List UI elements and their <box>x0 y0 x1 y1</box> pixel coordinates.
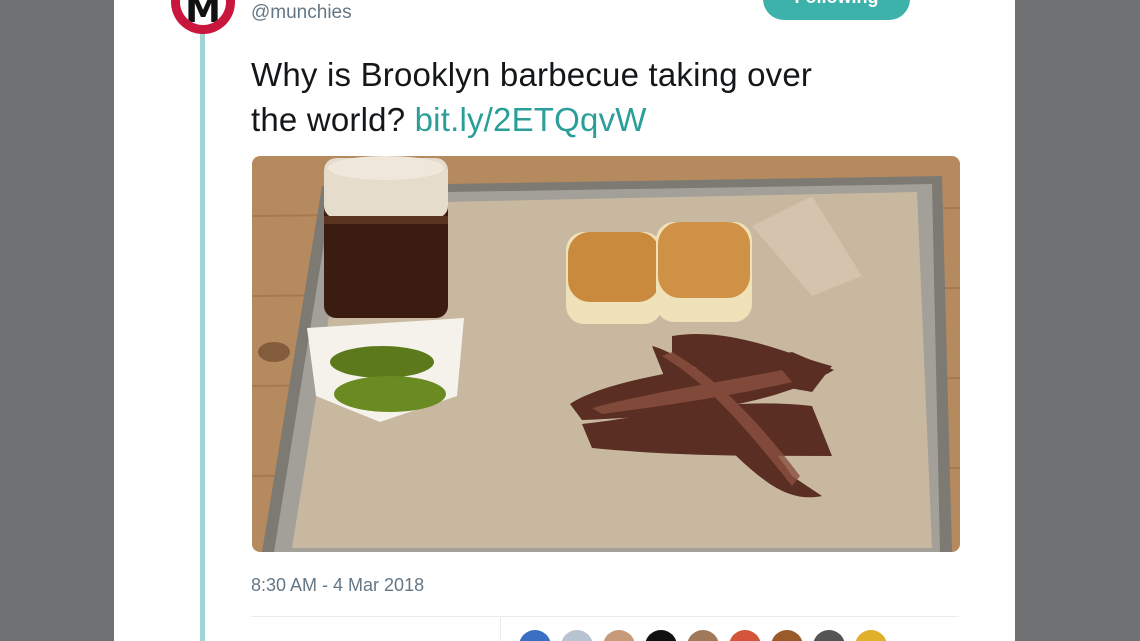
tweet-text-line1: Why is Brooklyn barbecue taking over <box>251 56 813 93</box>
stats-divider <box>500 618 501 641</box>
avatar[interactable]: M <box>171 0 235 34</box>
avatar-logo: M <box>180 0 226 25</box>
chevron-down-icon[interactable] <box>934 0 948 4</box>
bbq-tray-photo <box>252 156 960 552</box>
liker-avatar[interactable] <box>729 630 761 641</box>
liker-avatar[interactable] <box>519 630 551 641</box>
tweet-text: Why is Brooklyn barbecue taking over the… <box>251 52 971 142</box>
tweet-timestamp[interactable]: 8:30 AM - 4 Mar 2018 <box>251 575 424 596</box>
liker-avatar[interactable] <box>645 630 677 641</box>
user-handle[interactable]: @munchies <box>251 2 352 24</box>
avatar-letter: M <box>185 0 221 25</box>
tweet-text-line2: the world? <box>251 101 415 138</box>
liker-avatar[interactable] <box>855 630 887 641</box>
likers-avatars <box>519 630 887 641</box>
liker-avatar[interactable] <box>603 630 635 641</box>
divider <box>251 616 959 617</box>
liker-avatar[interactable] <box>561 630 593 641</box>
following-button[interactable]: Following <box>763 0 910 20</box>
thread-line <box>200 30 205 641</box>
liker-avatar[interactable] <box>813 630 845 641</box>
liker-avatar[interactable] <box>771 630 803 641</box>
tweet-link[interactable]: bit.ly/2ETQqvW <box>415 101 647 138</box>
liker-avatar[interactable] <box>687 630 719 641</box>
tweet-image[interactable] <box>252 156 960 552</box>
tweet-card: M @munchies Following Why is Brooklyn ba… <box>114 0 1015 641</box>
